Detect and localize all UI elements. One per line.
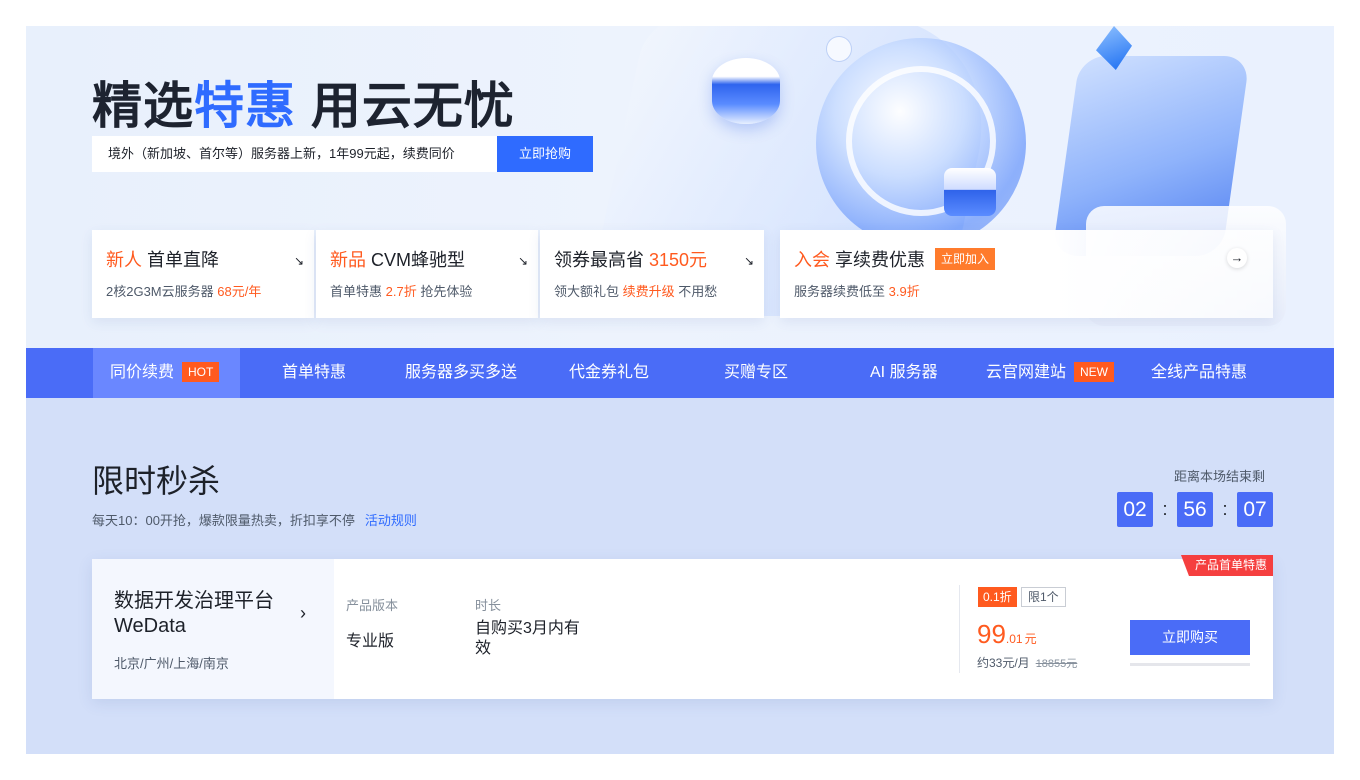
hot-badge: HOT: [182, 362, 220, 382]
nav-tab-first-order[interactable]: 首单特惠: [282, 348, 346, 398]
flash-sale-subtitle: 每天10：00开抢，爆款限量热卖，折扣享不停 活动规则: [92, 513, 417, 528]
rules-link[interactable]: 活动规则: [365, 513, 417, 528]
hero-cta-button[interactable]: 立即抢购: [497, 136, 593, 172]
duration-label: 时长: [475, 598, 502, 613]
countdown-separator: :: [1222, 499, 1228, 519]
nav-tab-ai-server[interactable]: AI 服务器: [870, 348, 938, 398]
product-info[interactable]: 数据开发治理平台 WeData › 北京/广州/上海/南京: [92, 559, 334, 699]
promo-card-title: 入会 享续费优惠 立即加入: [794, 246, 1259, 272]
flash-sale-title: 限时秒杀: [92, 463, 221, 499]
arrow-down-right-icon: ↘: [743, 254, 754, 268]
duration-value[interactable]: 自购买3月内有效: [475, 619, 587, 659]
product-card: 数据开发治理平台 WeData › 北京/广州/上海/南京 产品版本 专业版 时…: [92, 555, 1273, 699]
divider: [959, 585, 960, 673]
stock-progress-bar: [1130, 663, 1250, 666]
hero-database-icon: [712, 58, 780, 124]
promo-card-coupon[interactable]: 领券最高省 3150元 领大额礼包 续费升级 不用愁 ↘: [540, 230, 764, 318]
hero-bubble-decoration: [826, 36, 852, 62]
nav-tab-all-products[interactable]: 全线产品特惠: [1151, 348, 1247, 398]
arrow-right-icon[interactable]: →: [1227, 248, 1247, 268]
promo-card-title: 新品 CVM蜂驰型: [330, 250, 465, 270]
promo-card-newuser[interactable]: 新人 首单直降 2核2G3M云服务器 68元/年 ↘: [92, 230, 314, 318]
discount-tag: 0.1折: [978, 587, 1017, 607]
price: 99.01 元: [977, 619, 1037, 649]
hero-subtitle: 境外（新加坡、首尔等）服务器上新，1年99元起，续费同价: [92, 136, 497, 172]
promo-card-subtitle: 领大额礼包 续费升级 不用愁: [554, 284, 718, 299]
version-value[interactable]: 专业版: [346, 627, 394, 651]
limit-tag: 限1个: [1021, 587, 1066, 607]
countdown-timer: 02 : 56 : 07: [1117, 492, 1273, 527]
promo-card-subtitle: 2核2G3M云服务器 68元/年: [106, 284, 262, 299]
nav-tab-website[interactable]: 云官网建站 NEW: [986, 348, 1115, 398]
hero-subtitle-bar: 境外（新加坡、首尔等）服务器上新，1年99元起，续费同价 立即抢购: [92, 136, 593, 172]
chevron-right-icon: ›: [300, 603, 306, 623]
join-tag-button[interactable]: 立即加入: [935, 248, 996, 270]
countdown-seconds: 07: [1237, 492, 1273, 527]
nav-tab-multi-buy[interactable]: 服务器多买多送: [405, 348, 517, 398]
price-per-month: 约33元/月 18855元: [977, 656, 1078, 670]
promo-card-membership[interactable]: 入会 享续费优惠 立即加入 服务器续费低至 3.9折 →: [780, 230, 1273, 318]
countdown-hours: 02: [1117, 492, 1153, 527]
first-order-badge: 产品首单特惠: [1180, 555, 1273, 576]
arrow-down-right-icon: ↘: [517, 254, 528, 268]
countdown-label: 距离本场结束剩: [1174, 469, 1266, 484]
nav-tab-renewal[interactable]: 同价续费 HOT: [93, 348, 240, 398]
new-badge: NEW: [1074, 362, 1115, 382]
headline-text-2: 用云无忧: [296, 78, 515, 134]
promo-card-title: 新人 首单直降: [106, 250, 220, 270]
promo-card-subtitle: 服务器续费低至 3.9折: [794, 284, 920, 299]
original-price: 18855元: [1035, 658, 1078, 670]
countdown-minutes: 56: [1177, 492, 1213, 527]
promo-card-subtitle: 首单特惠 2.7折 抢先体验: [330, 284, 473, 299]
nav-tab-gift-zone[interactable]: 买赠专区: [724, 348, 788, 398]
countdown-separator: :: [1162, 499, 1168, 519]
arrow-down-right-icon: ↘: [293, 254, 304, 268]
nav-tab-coupons[interactable]: 代金券礼包: [569, 348, 649, 398]
promo-card-title: 领券最高省 3150元: [554, 250, 708, 270]
page-frame: 精选特惠 用云无忧 境外（新加坡、首尔等）服务器上新，1年99元起，续费同价 立…: [26, 26, 1334, 754]
product-regions: 北京/广州/上海/南京: [114, 656, 229, 671]
hero-headline: 精选特惠 用云无忧: [92, 66, 515, 138]
version-label: 产品版本: [346, 598, 399, 613]
hero-banner: 精选特惠 用云无忧 境外（新加坡、首尔等）服务器上新，1年99元起，续费同价 立…: [26, 26, 1334, 348]
category-nav: 同价续费 HOT 首单特惠 服务器多买多送 代金券礼包 买赠专区 AI 服务器 云…: [26, 348, 1334, 398]
headline-text-highlight: 特惠: [194, 78, 296, 134]
promo-card-newproduct[interactable]: 新品 CVM蜂驰型 首单特惠 2.7折 抢先体验 ↘: [316, 230, 538, 318]
buy-now-button[interactable]: 立即购买: [1130, 620, 1250, 655]
hero-cube-icon: [944, 168, 996, 216]
product-name: 数据开发治理平台 WeData: [114, 590, 274, 637]
headline-text-1: 精选: [92, 78, 194, 134]
